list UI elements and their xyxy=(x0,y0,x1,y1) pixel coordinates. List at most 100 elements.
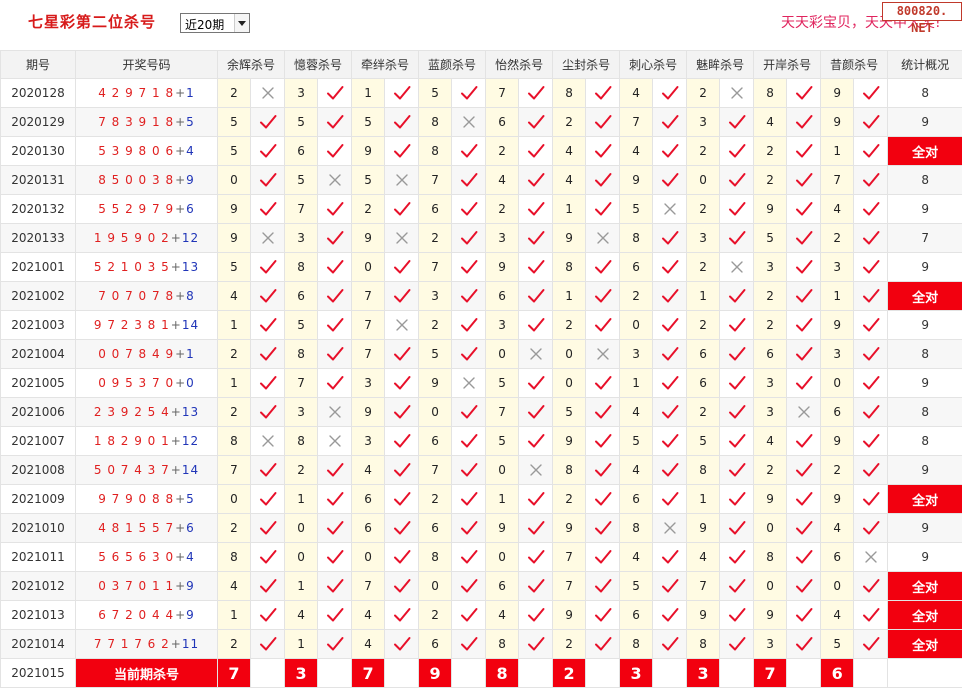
hit-mark-cell xyxy=(317,513,353,543)
hit-mark-cell xyxy=(518,136,554,166)
draw-number-cell: 0 9 5 3 7 0+0 xyxy=(75,368,218,398)
check-icon xyxy=(862,115,880,129)
check-icon xyxy=(795,376,813,390)
hit-mark-cell xyxy=(249,368,286,398)
check-icon xyxy=(259,521,276,535)
hit-mark-cell xyxy=(249,310,286,340)
kill-number-cell: 7 xyxy=(217,455,251,485)
check-icon xyxy=(862,231,880,245)
hit-mark-cell xyxy=(317,223,353,253)
hit-mark-cell xyxy=(652,455,688,485)
check-icon xyxy=(326,86,344,100)
kill-number-cell: 0 xyxy=(217,165,251,195)
hit-mark-cell xyxy=(451,426,487,456)
kill-number-cell: 7 xyxy=(686,571,721,601)
header-stat: 统计概况 xyxy=(887,50,962,79)
check-icon xyxy=(259,144,276,158)
check-icon xyxy=(795,434,813,448)
stat-cell: 9 xyxy=(887,107,962,137)
hit-mark-cell xyxy=(518,223,554,253)
hit-mark-cell xyxy=(585,165,621,195)
hit-mark-cell xyxy=(853,600,889,630)
check-icon xyxy=(393,579,411,593)
chevron-down-icon[interactable] xyxy=(234,14,249,32)
kill-number-cell: 0 xyxy=(217,484,251,514)
hit-mark-cell xyxy=(652,542,688,572)
current-kill-number: 7 xyxy=(351,658,386,688)
issue-cell: 2020133 xyxy=(0,223,76,253)
kill-number-cell: 2 xyxy=(418,600,453,630)
period-select[interactable]: 近20期 xyxy=(180,13,250,33)
check-icon xyxy=(594,376,612,390)
check-icon xyxy=(460,608,478,622)
all-correct-badge: 全对 xyxy=(887,600,962,630)
hit-mark-cell xyxy=(652,339,688,369)
kill-number-cell: 0 xyxy=(418,571,453,601)
hit-mark-cell xyxy=(384,339,420,369)
cross-icon xyxy=(596,348,609,360)
check-icon xyxy=(862,202,880,216)
kill-number-cell: 4 xyxy=(351,629,386,659)
all-correct-badge: 全对 xyxy=(887,136,962,166)
hit-mark-cell xyxy=(585,513,621,543)
kill-number-cell: 0 xyxy=(418,397,453,427)
hit-mark-cell xyxy=(786,629,822,659)
hit-mark-cell xyxy=(786,165,822,195)
kill-number-cell: 1 xyxy=(284,484,319,514)
kill-number-cell: 3 xyxy=(284,223,319,253)
draw-number-cell: 9 7 9 0 8 8+5 xyxy=(75,484,218,514)
kill-number-cell: 4 xyxy=(619,136,654,166)
check-icon xyxy=(326,492,344,506)
stat-cell: 8 xyxy=(887,426,962,456)
kill-number-cell: 3 xyxy=(284,397,319,427)
hit-mark-cell xyxy=(518,629,554,659)
stat-cell: 9 xyxy=(887,542,962,572)
check-icon xyxy=(795,144,813,158)
check-icon xyxy=(527,202,545,216)
kill-number-cell: 5 xyxy=(820,629,855,659)
hit-mark-cell xyxy=(786,107,822,137)
hit-mark-cell xyxy=(719,484,755,514)
check-icon xyxy=(259,579,276,593)
cross-icon xyxy=(663,522,676,534)
draw-extra-number: 4 xyxy=(186,144,195,158)
table-row: 2020131 8 5 0 0 3 8+9 0 5 5 7 4 4 9 0 2 7 8 xyxy=(0,165,962,195)
hit-mark-cell xyxy=(719,629,755,659)
stat-cell: 8 xyxy=(887,397,962,427)
cross-icon xyxy=(730,87,743,99)
check-icon xyxy=(527,260,545,274)
check-icon xyxy=(862,173,880,187)
kill-number-cell: 5 xyxy=(485,426,520,456)
hit-mark-cell xyxy=(317,484,353,514)
kill-number-cell: 3 xyxy=(686,223,721,253)
kill-number-cell: 4 xyxy=(619,455,654,485)
header-expert-3: 牵绊杀号 xyxy=(351,50,420,79)
check-icon xyxy=(661,231,679,245)
hit-mark-cell xyxy=(451,600,487,630)
kill-number-cell: 2 xyxy=(217,629,251,659)
kill-number-cell: 6 xyxy=(686,339,721,369)
kill-number-cell: 6 xyxy=(686,368,721,398)
kill-number-cell: 5 xyxy=(753,223,788,253)
check-icon xyxy=(661,260,679,274)
hit-mark-cell xyxy=(384,600,420,630)
kill-number-cell: 8 xyxy=(552,252,587,282)
hit-mark-cell xyxy=(249,339,286,369)
kill-number-cell: 9 xyxy=(820,78,855,108)
hit-mark-cell xyxy=(384,252,420,282)
kill-number-cell: 1 xyxy=(217,368,251,398)
check-icon xyxy=(728,550,746,564)
kill-number-cell: 5 xyxy=(217,252,251,282)
hit-mark-cell xyxy=(786,78,822,108)
cross-icon xyxy=(730,261,743,273)
issue-cell: 2021002 xyxy=(0,281,76,311)
header-expert-7: 刺心杀号 xyxy=(619,50,688,79)
table-row: 2020129 7 8 3 9 1 8+5 5 5 5 8 6 2 7 3 4 9 9 xyxy=(0,107,962,137)
cross-icon xyxy=(529,348,542,360)
check-icon xyxy=(527,318,545,332)
check-icon xyxy=(728,231,746,245)
check-icon xyxy=(527,434,545,448)
draw-plus-sign: + xyxy=(175,144,186,158)
check-icon xyxy=(594,289,612,303)
table-header-row: 期号 开奖号码 余辉杀号 憶蓉杀号 牵绊杀号 蓝颜杀号 怡然杀号 尘封杀号 刺心杀号 魅眸杀号 开岸… xyxy=(0,50,962,79)
